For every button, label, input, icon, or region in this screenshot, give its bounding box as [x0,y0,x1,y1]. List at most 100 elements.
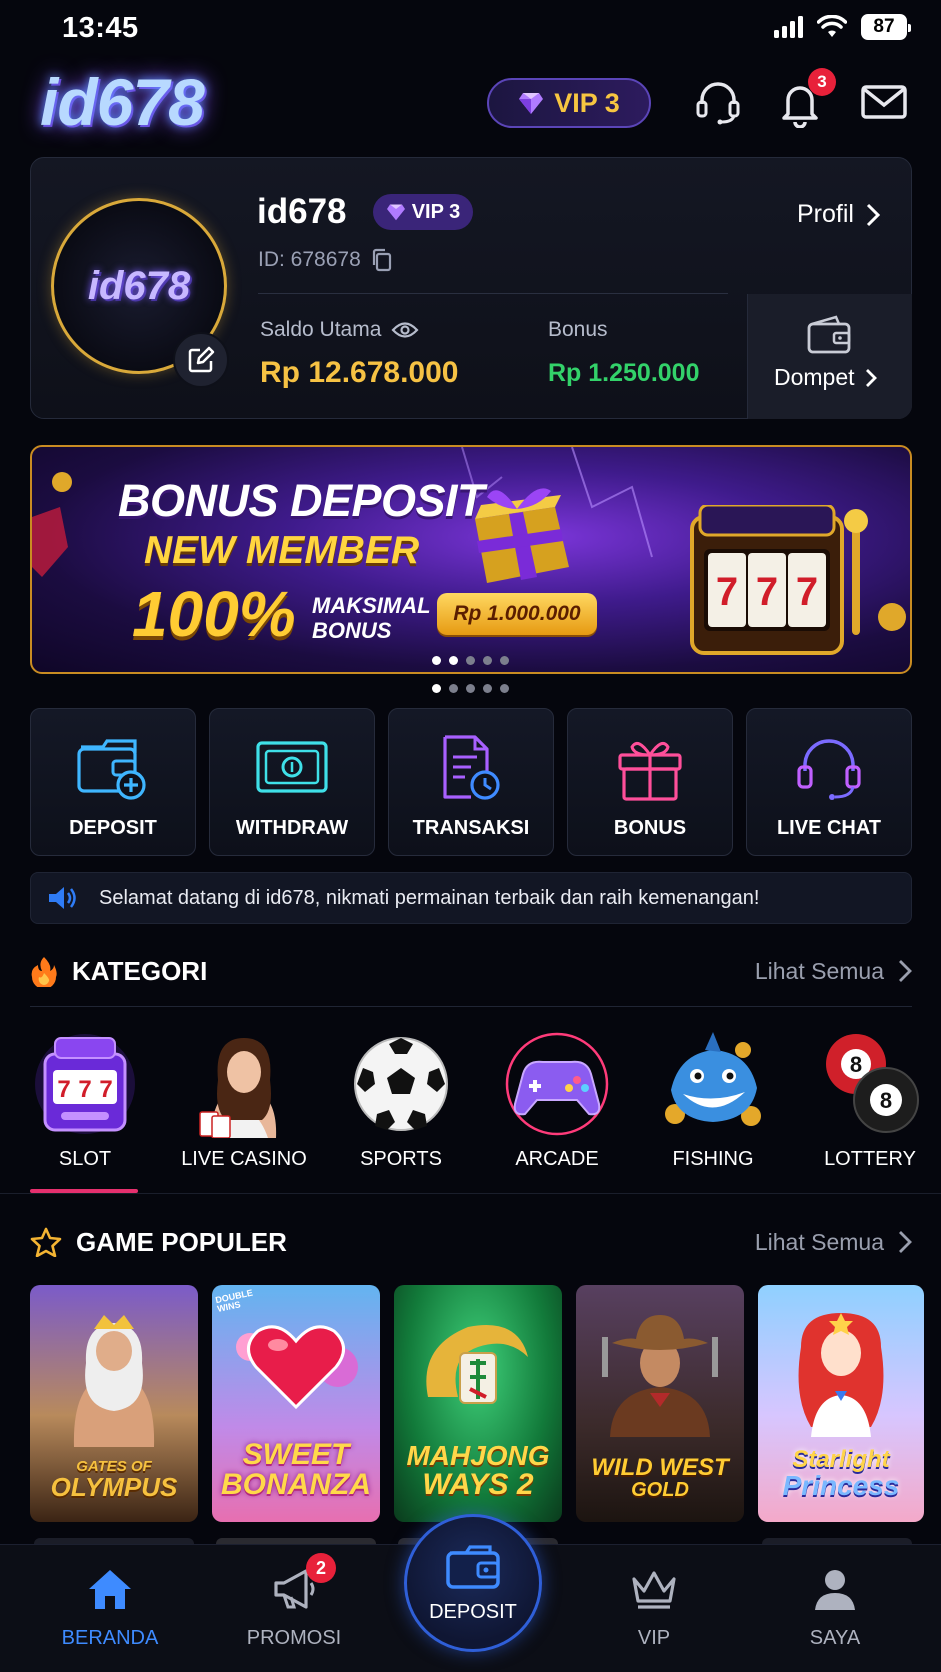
candy-heart-illustration [236,1325,358,1410]
game-card-mahjong-ways-2[interactable]: MAHJONG WAYS 2 [394,1285,562,1522]
banner-max-amount: Rp 1.000.000 [437,593,597,635]
category-slot[interactable]: 7 7 7 SLOT [10,1028,160,1188]
slot-machine-icon: 7 7 7 [35,1034,135,1134]
nav-deposit-button[interactable]: DEPOSIT [404,1514,542,1652]
category-see-all-label: Lihat Semua [754,957,884,984]
chevron-right-icon [899,960,912,982]
popular-see-all[interactable]: Lihat Semua [755,1229,912,1256]
nav-label: VIP [637,1627,671,1649]
category-label: LOTTERY [824,1148,916,1170]
game-card-sweet-bonanza[interactable]: DOUBLE WINS SWEET BONANZA [212,1285,380,1522]
diamond-icon [386,204,405,221]
game-title-line2: WAYS 2 [422,1468,534,1501]
category-label: LIVE CASINO [181,1148,307,1170]
eye-icon[interactable] [391,321,419,339]
wallet-icon [446,1545,500,1589]
wallet-label-text: Dompet [774,364,855,390]
carousel-dot[interactable] [449,684,458,693]
user-icon [815,1570,855,1610]
wallet-button[interactable]: Dompet [747,294,912,419]
game-card-starlight-princess[interactable]: Starlight Princess [758,1285,924,1522]
home-icon [89,1570,131,1609]
edit-avatar-button[interactable] [173,332,229,388]
game-title-line1: SWEET [242,1438,350,1471]
main-balance-label: Saldo Utama [260,318,419,342]
carousel-dot[interactable] [500,684,509,693]
nav-promotion[interactable]: PROMOSI [214,1545,374,1672]
reel-1: 7 [716,570,738,614]
status-indicators: 87 [774,14,911,40]
copy-icon[interactable] [371,248,393,272]
popular-title: GAME POPULER [76,1226,287,1257]
carousel-dot[interactable] [449,656,458,665]
vip-level-button[interactable]: VIP 3 [487,78,651,128]
category-lottery[interactable]: 8 8 LOTTERY [795,1028,941,1188]
vip-level-label: VIP 3 [554,87,620,118]
carousel-dot[interactable] [500,656,509,665]
diamond-icon [519,93,544,114]
game-title-line1: Starlight [792,1446,890,1473]
promotion-badge: 2 [306,1553,336,1583]
nav-vip[interactable]: VIP [574,1545,734,1672]
live-chat-action-button[interactable]: LIVE CHAT [746,708,912,856]
game-card-gates-of-olympus[interactable]: GATES OF OLYMPUS [30,1285,198,1522]
reel-3: 7 [99,1076,112,1103]
carousel-dot[interactable] [432,656,441,665]
carousel-dot[interactable] [466,656,475,665]
carousel-dot[interactable] [483,656,492,665]
carousel-dot[interactable] [466,684,475,693]
withdraw-action-button[interactable]: WITHDRAW [209,708,375,856]
carousel-indicator [0,656,941,665]
game-title-line1: WILD WEST [591,1454,729,1481]
slot-machine-illustration: 7 7 7 [690,505,868,655]
game-title: MAHJONG WAYS 2 [394,1442,562,1500]
game-title-line1: MAHJONG [406,1440,550,1471]
username: id678 [257,192,347,231]
mail-icon[interactable] [858,76,910,128]
popular-section-header: GAME POPULER Lihat Semua [30,1217,912,1267]
zeus-illustration [73,1315,155,1447]
carousel-dot[interactable] [483,684,492,693]
game-controller-icon [505,1032,609,1136]
divider [258,293,728,294]
chevron-right-icon [866,203,880,226]
headset-icon [797,739,861,800]
wallet-label: Dompet [774,364,877,391]
quick-actions: DEPOSIT WITHDRAW TRANSAKSI BONUS LIVE CH… [30,708,912,856]
live-chat-action-label: LIVE CHAT [776,817,882,839]
transaction-action-button[interactable]: TRANSAKSI [388,708,554,856]
brand-logo[interactable]: id678 [40,64,205,140]
fire-icon [31,957,57,987]
avatar-logo: id678 [87,263,191,308]
carousel-dot[interactable] [432,684,441,693]
soccer-ball-icon [354,1037,448,1131]
announcement-text: Selamat datang di id678, nikmati permain… [99,886,760,909]
vip-tag: VIP 3 [373,194,473,230]
deposit-action-button[interactable]: DEPOSIT [30,708,196,856]
nav-home[interactable]: BERANDA [30,1545,190,1672]
game-title-line2: OLYMPUS [50,1472,178,1502]
promo-banner[interactable]: BONUS DEPOSIT NEW MEMBER 100% MAKSIMAL B… [30,445,912,674]
banner-subtitle: NEW MEMBER [144,529,420,572]
category-live-casino[interactable]: LIVE CASINO [169,1028,319,1188]
nav-label: PROMOSI [246,1627,342,1649]
bonus-action-button[interactable]: BONUS [567,708,733,856]
nav-account[interactable]: SAYA [755,1545,915,1672]
customer-service-icon[interactable] [692,76,744,128]
profile-link-label: Profil [797,200,854,228]
game-card-wild-west-gold[interactable]: WILD WEST GOLD [576,1285,744,1522]
category-arcade[interactable]: ARCADE [482,1028,632,1188]
game-title: GATES OF OLYMPUS [30,1459,198,1500]
divider [0,1193,941,1194]
category-sports[interactable]: SPORTS [326,1028,476,1188]
banner-title: BONUS DEPOSIT [118,475,485,526]
profile-card: id678 id678 VIP 3 ID: 678678 Profil Sald… [30,157,912,419]
reel-3: 7 [796,570,818,614]
nav-label: DEPOSIT [429,1601,517,1623]
category-see-all[interactable]: Lihat Semua [755,958,912,985]
profile-link[interactable]: Profil [797,200,880,229]
battery-icon: 87 [861,14,911,40]
star-icon [30,1227,62,1257]
category-fishing[interactable]: FISHING [638,1028,788,1188]
announcement-bar: Selamat datang di id678, nikmati permain… [30,872,912,924]
